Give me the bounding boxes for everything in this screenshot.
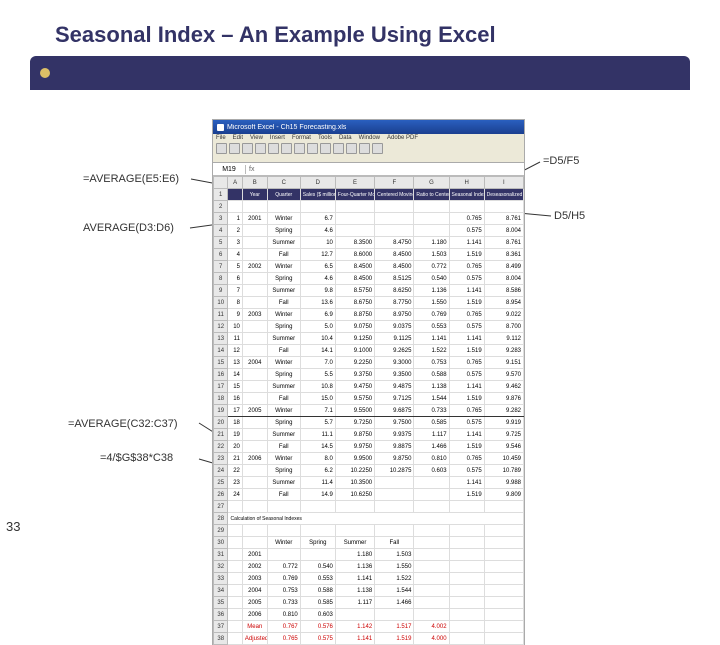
column-header[interactable]: E [335, 177, 374, 189]
column-header[interactable]: G [414, 177, 449, 189]
column-header[interactable]: I [484, 177, 523, 189]
column-header[interactable]: D [300, 177, 335, 189]
column-header[interactable]: H [449, 177, 484, 189]
fx-icon[interactable]: fx [246, 166, 257, 173]
menu-item[interactable]: Format [292, 135, 311, 141]
column-header[interactable]: B [242, 177, 267, 189]
slide-title: Seasonal Index – An Example Using Excel [0, 0, 720, 56]
callout-formula-d3d6: AVERAGE(D3:D6) [83, 222, 174, 234]
menu-item[interactable]: Tools [318, 135, 332, 141]
menu-bar[interactable]: File Edit View Insert Format Tools Data Window A… [213, 134, 524, 142]
menu-item[interactable]: Edit [233, 135, 243, 141]
window-title: Microsoft Excel - Ch15 Forecasting.xls [227, 124, 346, 131]
menu-item[interactable]: Data [339, 135, 352, 141]
menu-item[interactable]: Window [359, 135, 380, 141]
callout-formula-e5e6: =AVERAGE(E5:E6) [83, 173, 179, 185]
formula-bar[interactable]: M19 fx [213, 163, 524, 176]
callout-formula-d5f5: =D5/F5 [543, 155, 579, 167]
worksheet-grid[interactable]: ABCDEFGHI1YearQuarterSales ($ millions)F… [213, 176, 524, 645]
toolbar-icons[interactable] [213, 142, 524, 155]
name-box[interactable]: M19 [213, 165, 246, 174]
excel-screenshot: Microsoft Excel - Ch15 Forecasting.xls F… [213, 120, 524, 645]
menu-item[interactable]: View [250, 135, 263, 141]
excel-icon [217, 124, 224, 131]
slide-number: 33 [6, 519, 20, 534]
callout-formula-d5h5: D5/H5 [554, 210, 585, 222]
title-bar: Microsoft Excel - Ch15 Forecasting.xls [213, 120, 524, 134]
decorative-band [30, 56, 690, 90]
menu-item[interactable]: Adobe PDF [387, 135, 418, 141]
column-header[interactable]: C [267, 177, 300, 189]
menu-item[interactable]: File [216, 135, 226, 141]
callout-formula-c32c37: =AVERAGE(C32:C37) [68, 418, 178, 430]
menu-item[interactable]: Insert [270, 135, 285, 141]
column-header[interactable]: F [375, 177, 414, 189]
callout-formula-g38: =4/$G$38*C38 [100, 452, 173, 464]
column-header[interactable]: A [228, 177, 242, 189]
toolbar: File Edit View Insert Format Tools Data Window A… [213, 134, 524, 163]
